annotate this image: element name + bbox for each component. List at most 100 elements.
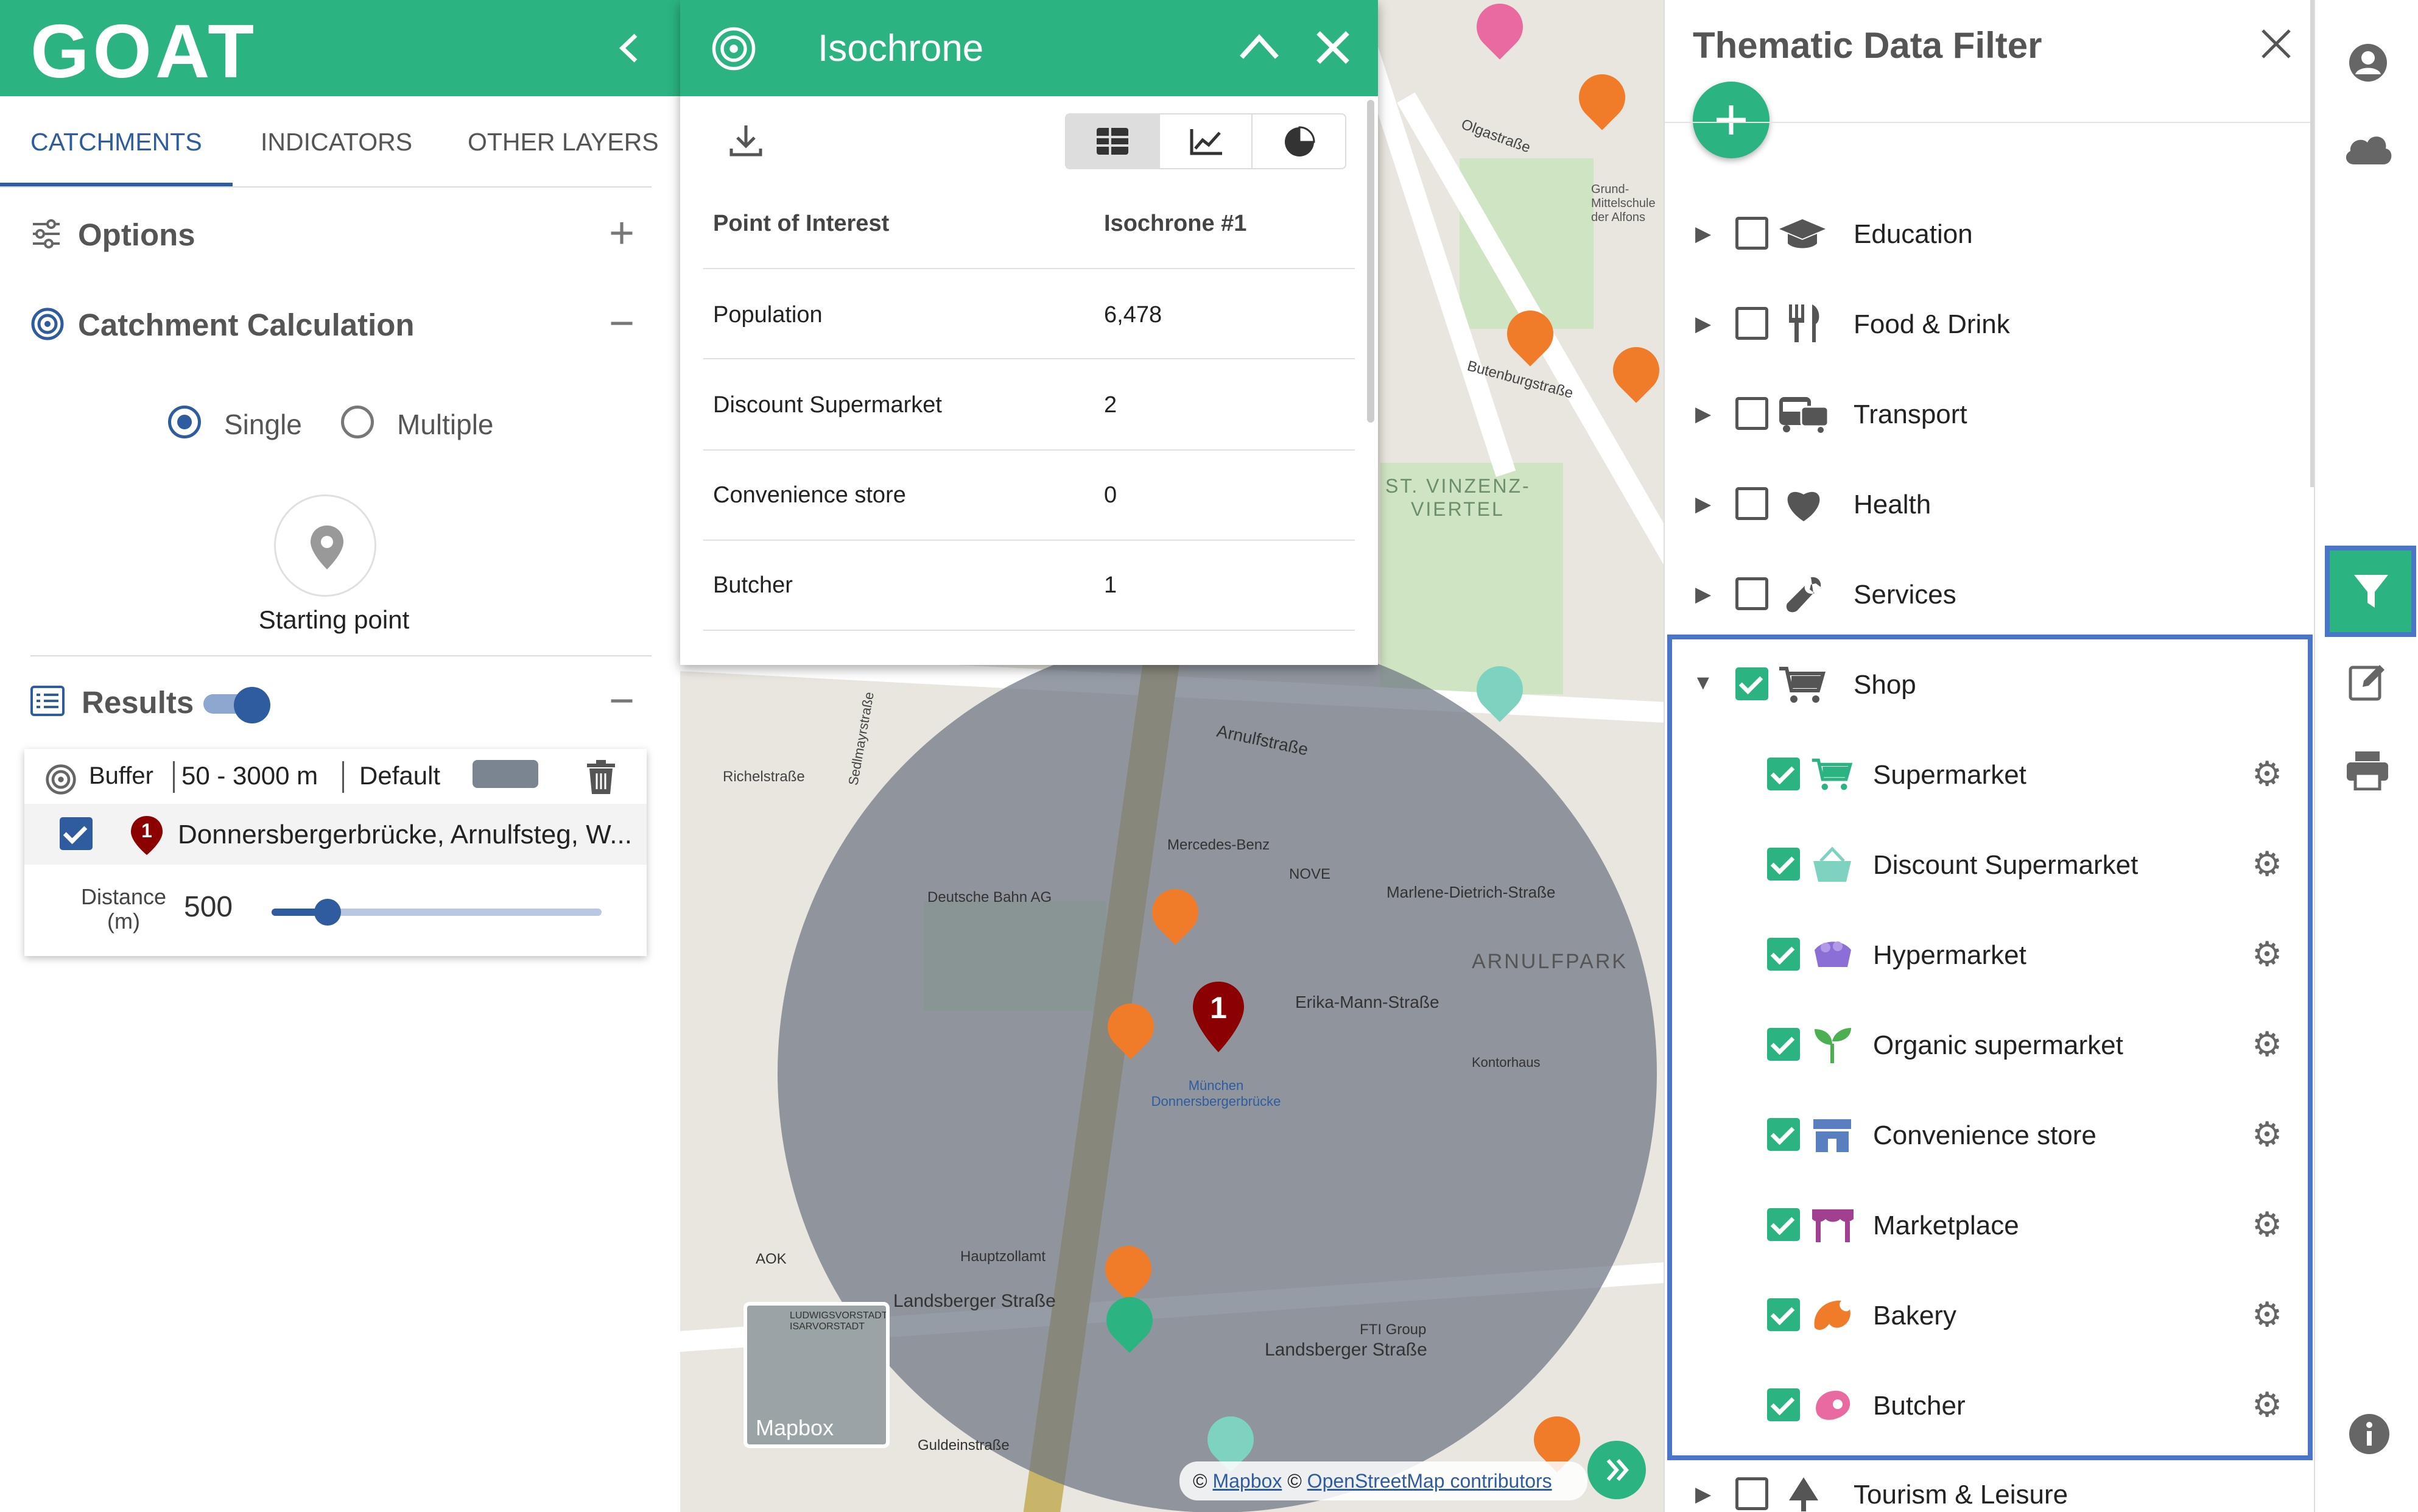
radio-multiple[interactable]	[341, 406, 374, 438]
category-shop[interactable]: ▼ Shop	[1693, 664, 2292, 706]
item-checkbox[interactable]	[1767, 848, 1800, 881]
shop-item-butcher[interactable]: Butcher ⚙	[1743, 1385, 2291, 1427]
result-checkbox[interactable]	[60, 817, 93, 850]
gear-icon[interactable]: ⚙	[2252, 1024, 2282, 1064]
category-food-drink[interactable]: ▶ Food & Drink	[1695, 303, 2292, 346]
cutlery-icon	[1789, 304, 1819, 342]
chevron-right-icon[interactable]: ▶	[1695, 222, 1711, 246]
edit-icon[interactable]	[2348, 661, 2388, 701]
chevron-up-icon[interactable]	[1237, 28, 1282, 65]
butcher-poi-icon[interactable]	[1467, 0, 1533, 60]
options-section[interactable]: Options +	[30, 209, 645, 258]
mapbox-link[interactable]: Mapbox	[1212, 1470, 1282, 1492]
options-expand-button[interactable]: +	[609, 208, 634, 258]
gear-icon[interactable]: ⚙	[2252, 934, 2282, 974]
filter-button-active[interactable]	[2325, 546, 2416, 637]
filter-title: Thematic Data Filter	[1693, 25, 2042, 66]
shop-item-hypermarket[interactable]: Hypermarket ⚙	[1743, 934, 2291, 977]
category-checkbox[interactable]	[1735, 667, 1768, 700]
catchment-collapse-button[interactable]: −	[609, 298, 634, 348]
shop-item-bakery[interactable]: Bakery ⚙	[1743, 1295, 2291, 1337]
add-layer-button[interactable]	[1693, 82, 1770, 158]
distance-slider[interactable]	[272, 899, 602, 926]
gear-icon[interactable]: ⚙	[2252, 844, 2282, 884]
download-icon[interactable]	[728, 122, 764, 158]
print-icon[interactable]	[2346, 750, 2389, 790]
category-checkbox[interactable]	[1735, 307, 1768, 340]
chevron-right-icon[interactable]: ▶	[1695, 492, 1711, 516]
category-checkbox[interactable]	[1735, 397, 1768, 430]
line-chart-icon[interactable]	[1159, 114, 1253, 168]
popup-scrollbar[interactable]	[1367, 100, 1374, 423]
shop-item-discount-supermarket[interactable]: Discount Supermarket ⚙	[1743, 844, 2291, 887]
item-checkbox[interactable]	[1767, 1298, 1800, 1331]
shop-item-organic-supermarket[interactable]: Organic supermarket ⚙	[1743, 1024, 2291, 1067]
close-icon[interactable]	[2259, 27, 2293, 61]
user-icon[interactable]	[2348, 43, 2388, 83]
result-card: Buffer 50 - 3000 m Default 1 Donnersberg…	[24, 749, 647, 956]
selected-location-marker[interactable]: 1	[1190, 980, 1246, 1053]
category-transport[interactable]: ▶ Transport	[1695, 393, 2292, 436]
chevron-right-icon[interactable]: ▶	[1695, 402, 1711, 426]
chevron-down-icon[interactable]: ▼	[1693, 671, 1713, 695]
minimap-toggle[interactable]: LUDWIGSVORSTADT-ISARVORSTADT Mapbox	[743, 1302, 890, 1448]
slider-handle[interactable]	[314, 899, 342, 926]
chevron-left-icon[interactable]	[609, 27, 652, 69]
table-cell: Butcher	[713, 572, 793, 598]
category-tourism-leisure[interactable]: ▶ Tourism & Leisure	[1695, 1474, 2292, 1512]
distance-label-2: (m)	[107, 909, 140, 934]
category-health[interactable]: ▶ Health	[1695, 483, 2292, 526]
item-checkbox[interactable]	[1767, 1028, 1800, 1061]
bakery-poi-icon[interactable]	[1603, 337, 1664, 403]
item-label: Butcher	[1873, 1391, 1966, 1421]
category-checkbox[interactable]	[1735, 217, 1768, 250]
gear-icon[interactable]: ⚙	[2252, 1295, 2282, 1335]
catchment-section-header[interactable]: Catchment Calculation −	[30, 299, 645, 348]
item-checkbox[interactable]	[1767, 1388, 1800, 1421]
gear-icon[interactable]: ⚙	[2252, 754, 2282, 794]
table-icon[interactable]	[1066, 114, 1159, 168]
tab-catchments[interactable]: CATCHMENTS	[30, 128, 202, 156]
gear-icon[interactable]: ⚙	[2252, 1114, 2282, 1155]
shop-item-marketplace[interactable]: Marketplace ⚙	[1743, 1204, 2291, 1247]
color-swatch[interactable]	[473, 760, 538, 788]
tab-other-layers[interactable]: OTHER LAYERS	[468, 128, 659, 156]
results-collapse-button[interactable]: −	[609, 676, 634, 726]
target-icon	[31, 308, 64, 340]
shop-item-supermarket[interactable]: Supermarket ⚙	[1743, 754, 2291, 796]
gear-icon[interactable]: ⚙	[2252, 1385, 2282, 1425]
results-section-header: Results −	[30, 677, 645, 725]
chevron-right-icon[interactable]: ▶	[1695, 582, 1711, 607]
trash-icon[interactable]	[586, 759, 616, 795]
starting-point-button[interactable]	[274, 494, 376, 597]
table-divider	[703, 268, 1355, 269]
bakery-poi-icon[interactable]	[1569, 65, 1635, 130]
item-checkbox[interactable]	[1767, 1208, 1800, 1241]
table-cell: Discount Supermarket	[713, 392, 942, 418]
item-checkbox[interactable]	[1767, 758, 1800, 790]
category-checkbox[interactable]	[1735, 577, 1768, 610]
chevron-right-icon[interactable]: ▶	[1695, 1482, 1711, 1507]
osm-link[interactable]: OpenStreetMap contributors	[1307, 1470, 1552, 1492]
chevron-right-icon[interactable]: ▶	[1695, 312, 1711, 336]
tab-indicators[interactable]: INDICATORS	[261, 128, 412, 156]
gear-icon[interactable]: ⚙	[2252, 1204, 2282, 1245]
item-label: Discount Supermarket	[1873, 850, 2139, 880]
close-icon[interactable]	[1313, 28, 1352, 67]
radio-single[interactable]	[168, 406, 201, 438]
category-checkbox[interactable]	[1735, 487, 1768, 520]
info-icon[interactable]	[2348, 1413, 2391, 1455]
pie-chart-icon[interactable]	[1251, 114, 1346, 168]
target-icon	[46, 764, 76, 795]
cloud-icon[interactable]	[2343, 130, 2393, 166]
item-checkbox[interactable]	[1767, 938, 1800, 971]
item-checkbox[interactable]	[1767, 1118, 1800, 1151]
category-education[interactable]: ▶ Education	[1695, 213, 2292, 256]
results-toggle[interactable]	[203, 687, 270, 723]
target-icon	[712, 27, 756, 71]
double-chevron-right-icon[interactable]	[1587, 1441, 1646, 1499]
category-services[interactable]: ▶ Services	[1695, 574, 2292, 616]
shop-item-convenience-store[interactable]: Convenience store ⚙	[1743, 1114, 2291, 1157]
map-label: Hauptzollamt	[960, 1248, 1046, 1265]
category-checkbox[interactable]	[1735, 1477, 1768, 1510]
